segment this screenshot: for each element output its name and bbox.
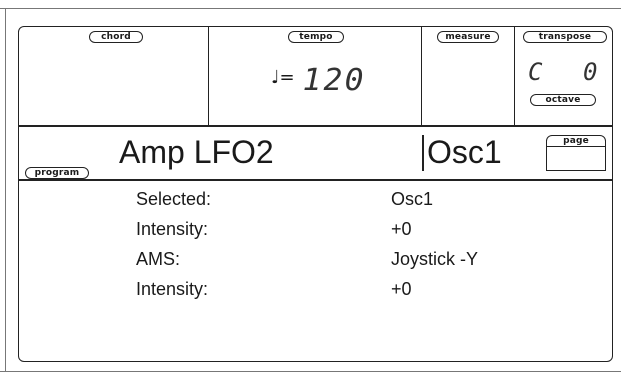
quarter-note-icon: ♩= xyxy=(271,67,295,88)
param-row-ams-intensity[interactable]: Intensity: +0 xyxy=(19,279,612,309)
param-row-selected[interactable]: Selected: Osc1 xyxy=(19,189,612,219)
tempo-value: 120 xyxy=(302,63,366,98)
param-value[interactable]: +0 xyxy=(391,219,412,240)
transpose-note: C xyxy=(528,58,545,86)
program-title-bar: program Amp LFO2 Osc1 page xyxy=(19,125,612,181)
param-value[interactable]: Osc1 xyxy=(391,189,433,210)
param-row-ams[interactable]: AMS: Joystick -Y xyxy=(19,249,612,279)
lcd-display: chord tempo ♩= 120 measure transpose C 0… xyxy=(18,26,613,362)
param-value[interactable]: +0 xyxy=(391,279,412,300)
left-rule xyxy=(5,9,6,371)
oscillator-label: Osc1 xyxy=(427,134,502,170)
chord-cell: chord xyxy=(19,27,209,125)
page-menu-body xyxy=(546,146,606,171)
status-bar: chord tempo ♩= 120 measure transpose C 0… xyxy=(19,27,612,126)
octave-tag: octave xyxy=(530,94,596,106)
param-row-intensity[interactable]: Intensity: +0 xyxy=(19,219,612,249)
page-title: Amp LFO2 xyxy=(119,134,274,170)
param-label: Selected: xyxy=(136,189,212,209)
top-rule xyxy=(0,8,621,9)
transpose-cell: transpose C 0 octave xyxy=(515,27,614,125)
transpose-tag: transpose xyxy=(523,31,607,43)
program-tag: program xyxy=(25,167,89,179)
bottom-rule xyxy=(0,371,621,372)
page-menu-button[interactable]: page xyxy=(546,135,606,171)
param-label: AMS: xyxy=(136,249,181,269)
title-divider xyxy=(422,135,424,171)
tempo-tag: tempo xyxy=(288,31,344,43)
transpose-value: 0 xyxy=(583,58,600,86)
chord-tag: chord xyxy=(89,31,143,43)
measure-tag: measure xyxy=(437,31,499,43)
measure-cell: measure xyxy=(422,27,515,125)
tempo-cell: tempo ♩= 120 xyxy=(209,27,422,125)
param-label: Intensity: xyxy=(136,219,209,239)
param-value[interactable]: Joystick -Y xyxy=(391,249,478,270)
param-label: Intensity: xyxy=(136,279,209,299)
